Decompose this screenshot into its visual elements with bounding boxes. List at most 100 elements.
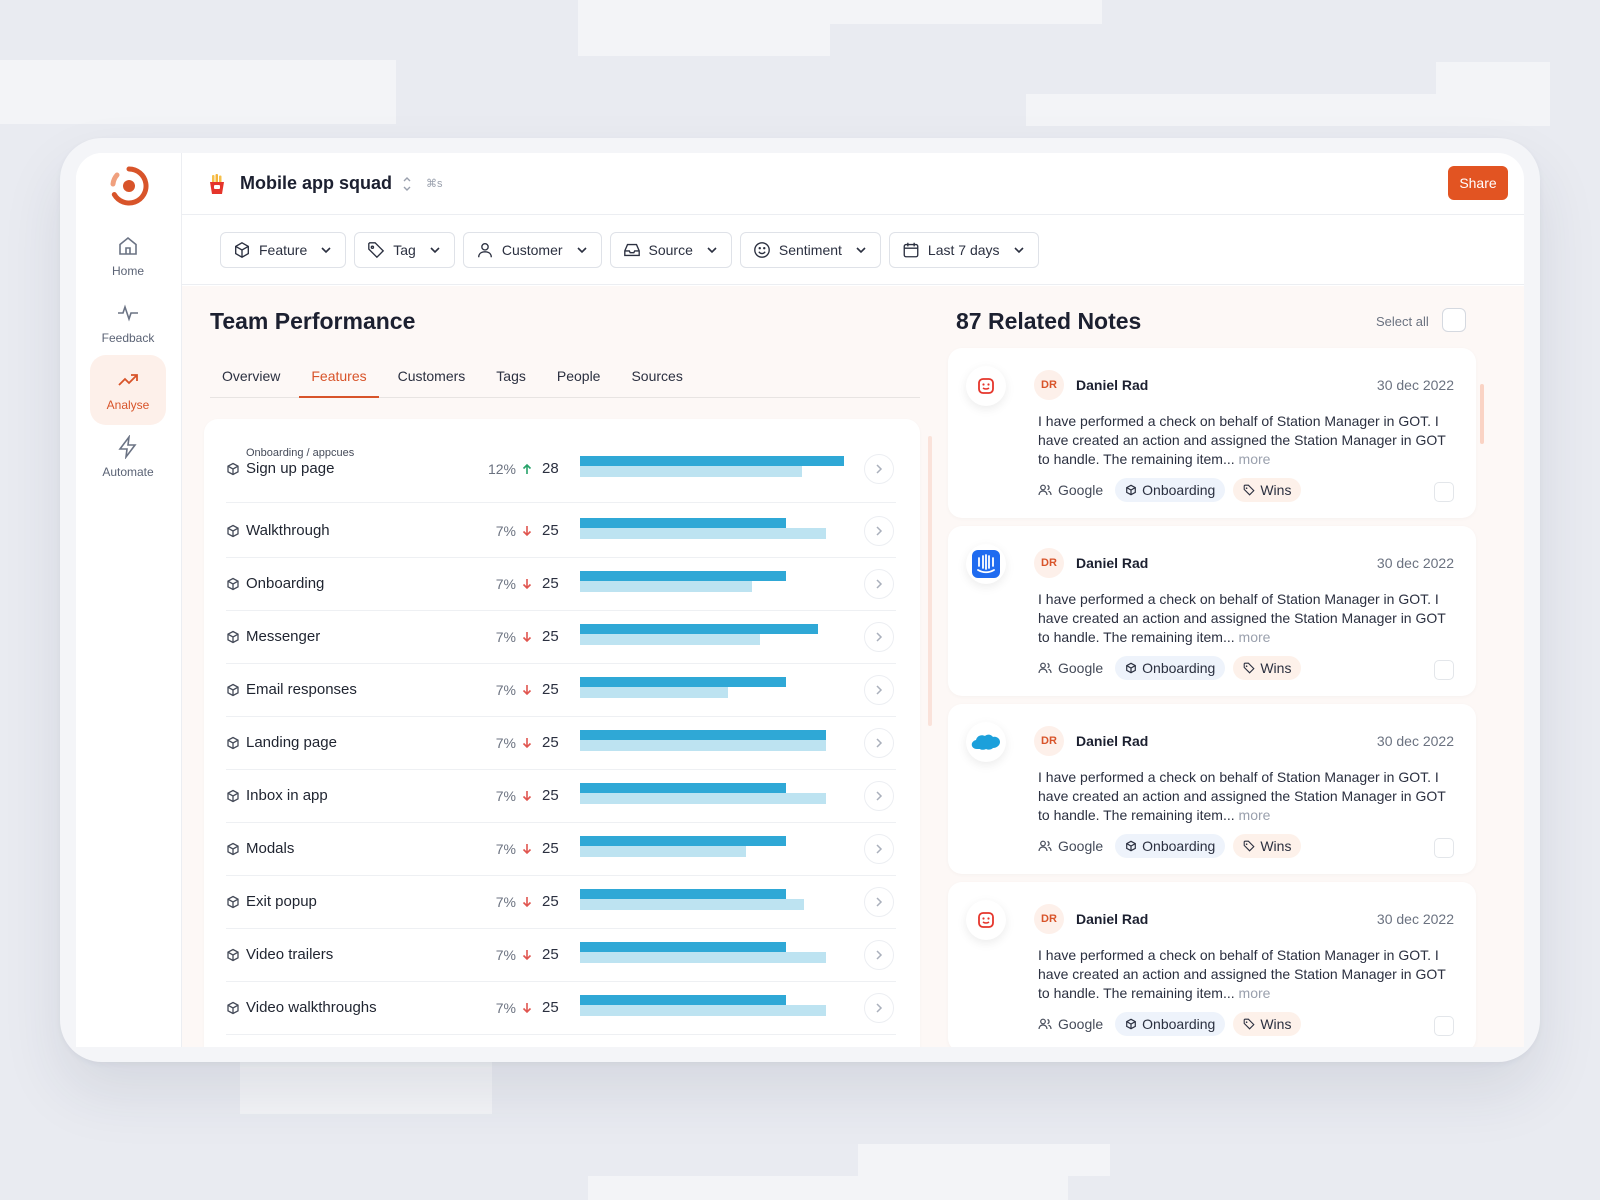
- tag-chip[interactable]: Wins: [1233, 478, 1302, 502]
- more-link[interactable]: more: [1239, 451, 1271, 467]
- filter-tag[interactable]: Tag: [354, 231, 455, 268]
- notes-scrollbar[interactable]: [1480, 384, 1484, 444]
- filter-feature[interactable]: Feature: [220, 231, 347, 268]
- users-icon: [1038, 840, 1052, 852]
- background-bar: [588, 1176, 1068, 1200]
- filter-label: Source: [648, 241, 693, 258]
- feature-chip-label: Onboarding: [1142, 660, 1216, 676]
- note-card[interactable]: DR Daniel Rad 30 dec 2022 I have performed …: [948, 704, 1476, 874]
- feature-count: 25: [542, 893, 559, 910]
- feature-chip[interactable]: Onboarding: [1115, 656, 1226, 680]
- table-row[interactable]: Landing page 7% 25: [226, 717, 896, 770]
- table-row[interactable]: Email responses 7% 25: [226, 664, 896, 717]
- sidebar-item-analyse[interactable]: Analyse: [90, 355, 166, 425]
- fries-icon: [210, 173, 224, 194]
- squad-title[interactable]: Mobile app squad: [240, 173, 392, 194]
- feature-chip[interactable]: Onboarding: [1115, 478, 1226, 502]
- tab-sources[interactable]: Sources: [619, 354, 694, 398]
- tag-chip[interactable]: Wins: [1233, 656, 1302, 680]
- cube-icon: [227, 1001, 239, 1015]
- note-text: I have performed a check on behalf of St…: [1038, 946, 1456, 1003]
- chevron-right-icon: [876, 526, 883, 536]
- filter-customer[interactable]: Customer: [462, 231, 602, 268]
- row-open-button[interactable]: [864, 781, 894, 811]
- feature-table: Onboarding / appcues Sign up page 12% 28 Wal…: [204, 419, 920, 1047]
- note-checkbox[interactable]: [1434, 482, 1454, 502]
- table-scrollbar[interactable]: [928, 436, 932, 726]
- feature-name: Exit popup: [246, 893, 317, 910]
- feature-name: Messenger: [246, 628, 321, 645]
- cube-icon: [227, 789, 239, 803]
- sidebar-item-home[interactable]: Home: [90, 221, 166, 291]
- bar-previous: [580, 687, 728, 698]
- filter-source[interactable]: Source: [609, 231, 732, 268]
- row-open-button[interactable]: [864, 993, 894, 1023]
- table-row[interactable]: Walkthrough 7% 25: [226, 505, 896, 558]
- notes-title: 87 Related Notes: [956, 308, 1142, 334]
- row-open-button[interactable]: [864, 728, 894, 758]
- feature-name: Video trailers: [246, 946, 334, 963]
- filter-date-range[interactable]: Last 7 days: [888, 231, 1039, 268]
- row-open-button[interactable]: [864, 516, 894, 546]
- tag-chip[interactable]: Wins: [1233, 1012, 1302, 1036]
- customer-label: Google: [1038, 482, 1103, 498]
- tab-tags[interactable]: Tags: [484, 354, 538, 398]
- feature-chip[interactable]: Onboarding: [1115, 1012, 1226, 1036]
- tab-people[interactable]: People: [545, 354, 613, 398]
- tab-features[interactable]: Features: [299, 354, 379, 398]
- bar-current: [580, 730, 826, 740]
- table-row[interactable]: Onboarding 7% 25: [226, 558, 896, 611]
- squad-switcher-icon[interactable]: [402, 175, 412, 193]
- feature-percent: 7%: [495, 735, 516, 751]
- main-content: Team Performance Overview Features Custo…: [182, 286, 1524, 1047]
- bar-previous: [580, 793, 826, 804]
- bar-current: [580, 783, 786, 793]
- tag-icon: [368, 241, 385, 258]
- note-card[interactable]: DR Daniel Rad 30 dec 2022 I have performed …: [948, 526, 1476, 696]
- table-row[interactable]: Video trailers 7% 25: [226, 929, 896, 982]
- feature-count: 25: [542, 946, 559, 963]
- table-row[interactable]: Modals 7% 25: [226, 823, 896, 876]
- feature-name: Sign up page: [246, 460, 335, 477]
- sidebar-item-feedback[interactable]: Feedback: [90, 288, 166, 358]
- feature-chip[interactable]: Onboarding: [1115, 834, 1226, 858]
- share-button[interactable]: Share: [1448, 166, 1508, 200]
- row-open-button[interactable]: [864, 622, 894, 652]
- note-card[interactable]: DR Daniel Rad 30 dec 2022 I have performed …: [948, 348, 1476, 518]
- table-row[interactable]: Exit popup 7% 25: [226, 876, 896, 929]
- background-bar: [858, 1144, 1110, 1176]
- more-link[interactable]: more: [1239, 807, 1271, 823]
- filter-label: Tag: [393, 241, 416, 258]
- note-checkbox[interactable]: [1434, 1016, 1454, 1036]
- pulse-icon: [118, 304, 138, 322]
- tab-overview[interactable]: Overview: [210, 354, 292, 398]
- sidebar-item-automate[interactable]: Automate: [90, 422, 166, 492]
- row-open-button[interactable]: [864, 887, 894, 917]
- users-icon: [1038, 1018, 1052, 1030]
- row-open-button[interactable]: [864, 675, 894, 705]
- more-link[interactable]: more: [1239, 629, 1271, 645]
- avatar: DR: [1034, 726, 1064, 756]
- filter-sentiment[interactable]: Sentiment: [739, 231, 881, 268]
- row-open-button[interactable]: [864, 454, 894, 484]
- table-row[interactable]: Inbox in app 7% 25: [226, 770, 896, 823]
- inbox-icon: [623, 243, 640, 256]
- note-checkbox[interactable]: [1434, 838, 1454, 858]
- table-row[interactable]: Messenger 7% 25: [226, 611, 896, 664]
- tab-customers[interactable]: Customers: [386, 354, 478, 398]
- table-row[interactable]: Onboarding / appcues Sign up page 12% 28: [226, 419, 896, 503]
- more-link[interactable]: more: [1239, 985, 1271, 1001]
- tag-chip[interactable]: Wins: [1233, 834, 1302, 858]
- salesforce-icon: [966, 722, 1006, 762]
- bar-previous: [580, 846, 746, 857]
- note-card[interactable]: DR Daniel Rad 30 dec 2022 I have performed …: [948, 882, 1476, 1047]
- select-all-checkbox[interactable]: [1442, 308, 1466, 332]
- table-row[interactable]: Video walkthroughs 7% 25: [226, 982, 896, 1035]
- arrow-down-icon: [522, 844, 532, 855]
- note-checkbox[interactable]: [1434, 660, 1454, 680]
- row-open-button[interactable]: [864, 834, 894, 864]
- row-open-button[interactable]: [864, 569, 894, 599]
- bar-current: [580, 571, 786, 581]
- row-open-button[interactable]: [864, 940, 894, 970]
- bar-current: [580, 518, 786, 528]
